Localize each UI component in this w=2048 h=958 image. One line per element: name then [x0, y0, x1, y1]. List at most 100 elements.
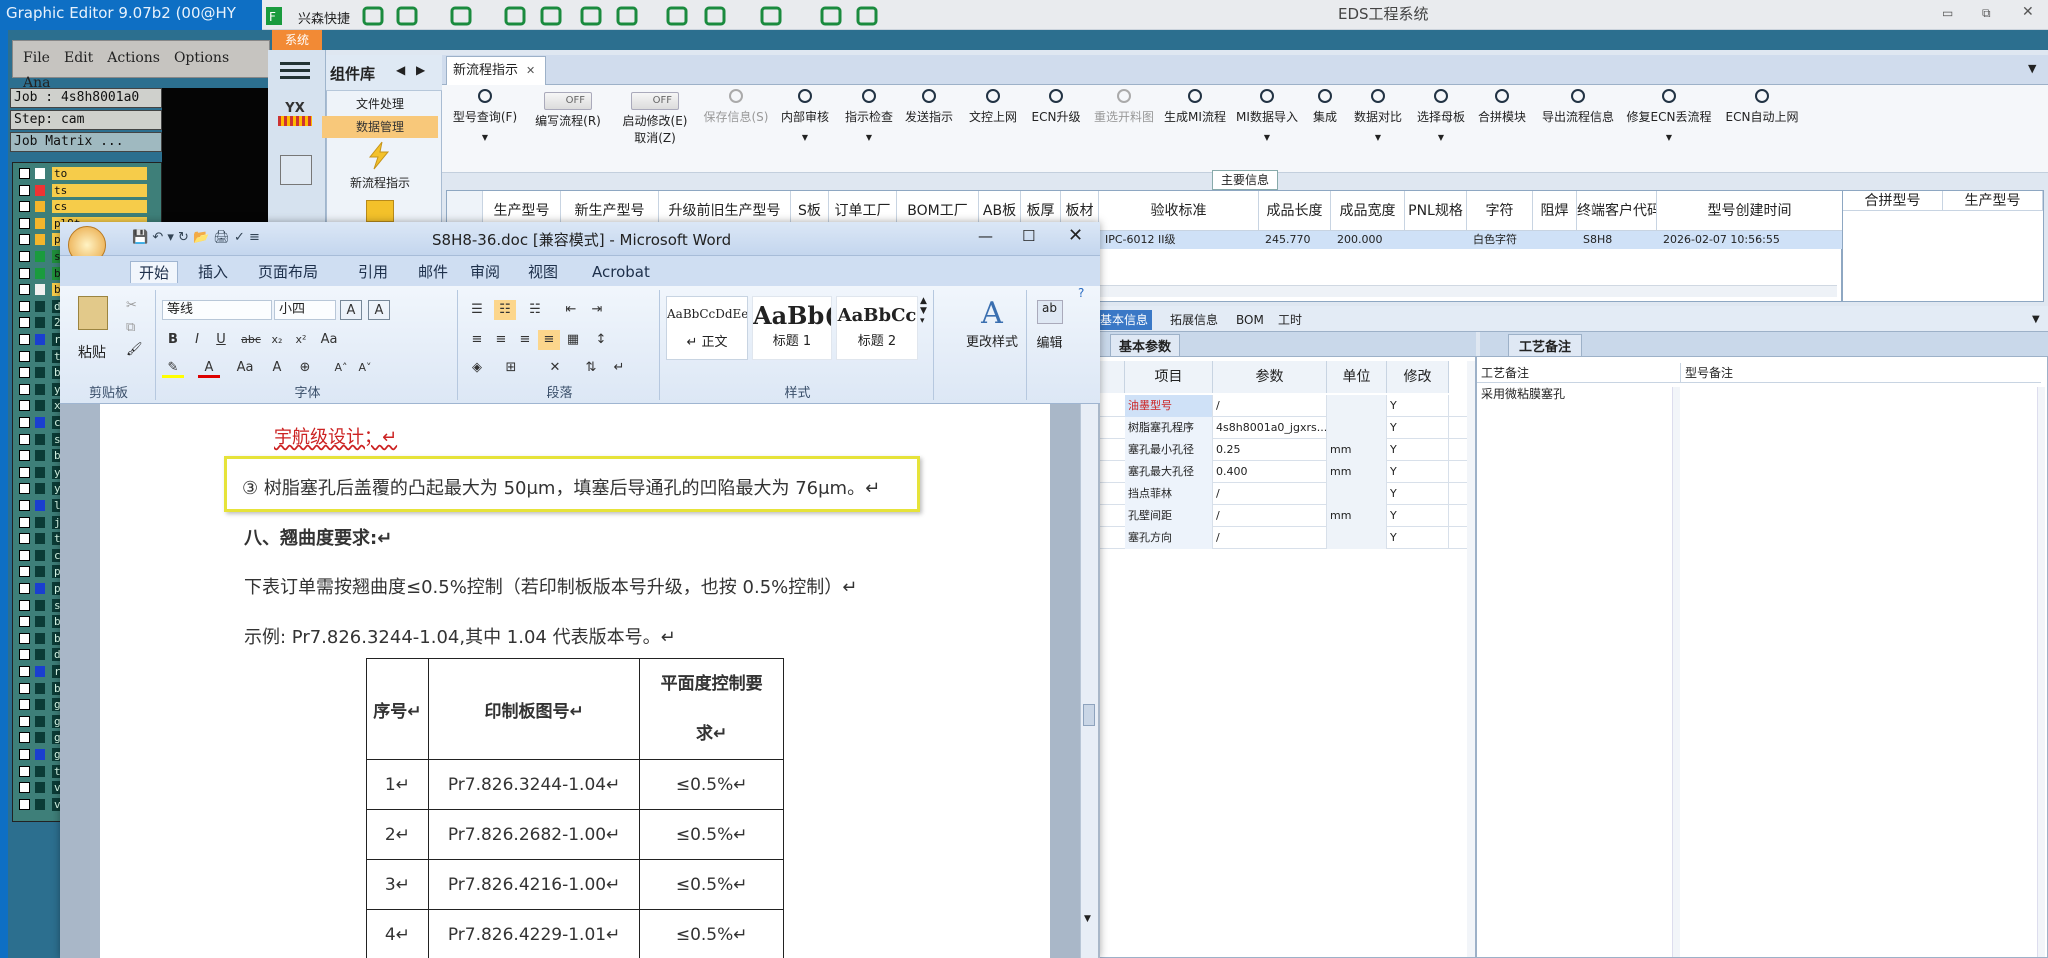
underline-icon[interactable]: U [210, 330, 232, 350]
calendar-icon[interactable] [280, 155, 312, 185]
layer-checkbox[interactable] [19, 599, 30, 611]
layer-checkbox[interactable] [19, 334, 30, 345]
grid-cell[interactable]: 200.000 [1333, 231, 1383, 249]
ribbon-button[interactable]: MI数据导入 ▼ [1232, 86, 1302, 174]
param-cell[interactable]: 0.25 [1213, 439, 1327, 461]
ribbon-button[interactable]: 合拼模块 [1474, 86, 1530, 174]
scissors-icon[interactable] [504, 6, 526, 26]
shading-icon[interactable]: ◈ [466, 358, 488, 378]
minimize-icon[interactable]: ▭ [1942, 6, 1953, 20]
font-size-box[interactable]: 小四 [274, 300, 336, 320]
layer-checkbox[interactable] [19, 383, 30, 395]
style-heading2[interactable]: AaBbCc 标题 2 [836, 296, 918, 360]
param-cell[interactable]: / [1213, 527, 1327, 549]
layer-checkbox[interactable] [19, 616, 30, 628]
layer-checkbox[interactable] [19, 201, 30, 213]
ribbon-button[interactable]: 修复ECN丢流程 ▼ [1624, 86, 1714, 174]
comp-item-data[interactable]: 数据管理 [322, 116, 438, 138]
layer-checkbox[interactable] [19, 566, 30, 578]
col-merge-model[interactable]: 合拼型号 [1843, 191, 1943, 211]
scrollbar[interactable] [1467, 361, 1475, 957]
word-tab[interactable]: 审阅 [462, 261, 508, 283]
layer-checkbox[interactable] [19, 184, 30, 196]
layer-checkbox[interactable] [19, 749, 30, 760]
ribbon-button[interactable]: 选择母板 ▼ [1412, 86, 1470, 174]
layer-checkbox[interactable] [19, 300, 30, 312]
table-row[interactable]: 塞孔最大孔径 0.400 mm Y [1097, 461, 1467, 483]
layer-checkbox[interactable] [19, 284, 30, 296]
style-heading1[interactable]: AaBb( 标题 1 [752, 296, 832, 360]
layer-checkbox[interactable] [19, 267, 30, 279]
help-icon[interactable]: ? [1078, 286, 1084, 300]
param-cell[interactable]: 4s8h8001a0_jgxrs... [1213, 417, 1327, 439]
dropdown-icon[interactable]: ▼ [1624, 133, 1714, 142]
word-tab[interactable]: 视图 [520, 261, 566, 283]
font-case-icon[interactable]: Aa [234, 358, 256, 378]
table-row[interactable]: 塞孔最小孔径 0.25 mm Y [1097, 439, 1467, 461]
lifebuoy-icon[interactable] [396, 6, 418, 26]
table-row[interactable]: 油墨型号 / Y [1097, 395, 1467, 417]
grid-cell[interactable]: S8H8 [1579, 231, 1613, 249]
ribbon-button[interactable]: ECN升级 [1026, 86, 1086, 174]
dropdown-icon[interactable]: ▼ [1232, 133, 1302, 142]
layer-checkbox[interactable] [19, 583, 30, 594]
menu-options[interactable]: Options [164, 41, 233, 66]
grid-column-header[interactable]: 字符 [1467, 191, 1533, 231]
dropdown-icon[interactable]: ▼ [1348, 133, 1408, 142]
layer-checkbox[interactable] [19, 715, 30, 727]
distribute-icon[interactable]: ▦ [562, 330, 584, 350]
search-icon[interactable] [362, 6, 384, 26]
clear-format-icon[interactable]: A [368, 300, 390, 320]
grid-column-header[interactable]: 成品长度 [1259, 191, 1331, 231]
monitor-icon[interactable] [760, 6, 782, 26]
grid-column-header[interactable]: 验收标准 [1099, 191, 1259, 231]
scroll-thumb[interactable] [1083, 704, 1095, 726]
superscript-icon[interactable]: x² [290, 330, 312, 350]
layer-checkbox[interactable] [19, 450, 30, 462]
ribbon-button[interactable]: 导出流程信息 [1538, 86, 1618, 174]
layer-row[interactable]: cs [17, 200, 157, 214]
justify-icon[interactable]: ≡ [538, 330, 560, 350]
dropdown-icon[interactable]: ▼ [1412, 133, 1470, 142]
layer-checkbox[interactable] [19, 466, 30, 478]
col-prod-model[interactable]: 生产型号 [1943, 191, 2043, 211]
comp-item-newflow[interactable]: 新流程指示 [322, 172, 438, 194]
grid-cell[interactable]: IPC-6012 II级 [1101, 231, 1176, 249]
layer-checkbox[interactable] [19, 217, 30, 229]
layer-checkbox[interactable] [19, 251, 30, 262]
layer-checkbox[interactable] [19, 367, 30, 379]
book-icon[interactable] [856, 6, 878, 26]
ribbon-button[interactable]: 数据对比 ▼ [1348, 86, 1408, 174]
param-cell[interactable]: 0.400 [1213, 461, 1327, 483]
layer-checkbox[interactable] [19, 666, 30, 677]
font-color-icon[interactable]: A [198, 358, 220, 378]
show-marks-icon[interactable]: ↵ [608, 358, 630, 378]
ribbon-button[interactable]: OFF 编写流程(R) [526, 86, 610, 174]
tab-system[interactable]: 系统 [272, 30, 322, 50]
yx-module-icon[interactable]: YX [278, 101, 312, 135]
param-cell[interactable]: / [1213, 505, 1327, 527]
bold-icon[interactable]: B [162, 330, 184, 350]
italic-icon[interactable]: I [186, 330, 208, 350]
dropdown-icon[interactable]: ▼ [2028, 310, 2044, 330]
close-icon[interactable]: ✕ [1068, 225, 1083, 246]
align-center-icon[interactable]: ≡ [490, 330, 512, 350]
layer-checkbox[interactable] [19, 417, 30, 428]
maximize-icon[interactable]: ☐ [1022, 227, 1035, 245]
ribbon-button[interactable]: 发送指示 [900, 86, 958, 174]
apps-icon[interactable] [616, 6, 638, 26]
layer-checkbox[interactable] [19, 350, 30, 362]
word-tab[interactable]: Acrobat [584, 261, 658, 283]
style-normal[interactable]: AaBbCcDdEe ↵ 正文 [666, 296, 748, 360]
borders-icon[interactable]: ⊞ [500, 358, 522, 378]
ribbon-button[interactable]: 重选开料图 [1090, 86, 1158, 174]
layer-checkbox[interactable] [19, 234, 30, 246]
dropdown-icon[interactable]: ▼ [840, 133, 898, 142]
enclose-char-icon[interactable]: ⊕ [294, 358, 316, 378]
format-painter-icon[interactable]: 🖌 [126, 342, 143, 357]
grid-cell[interactable]: 白色字符 [1469, 231, 1517, 249]
decrease-indent-icon[interactable]: ⇤ [560, 300, 582, 320]
word-tab[interactable]: 邮件 [410, 261, 456, 283]
param-cell[interactable]: / [1213, 395, 1327, 417]
param-column-header[interactable]: 修改 [1387, 361, 1449, 393]
